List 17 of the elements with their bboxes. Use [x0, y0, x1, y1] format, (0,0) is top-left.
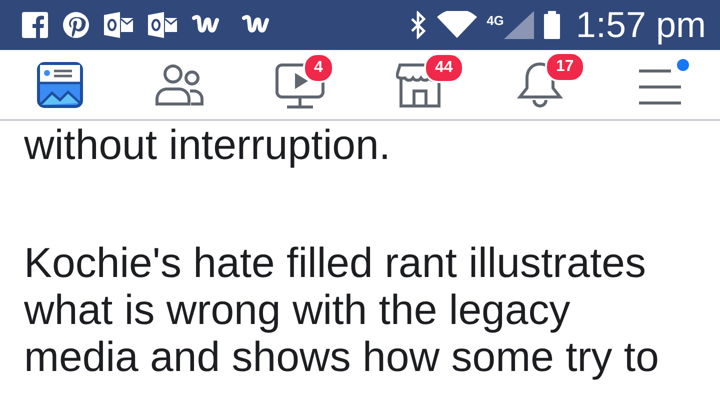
- clock: 1:57 pm: [576, 4, 706, 46]
- outlook-icon: [148, 12, 178, 38]
- friends-icon[interactable]: [155, 64, 205, 106]
- bluetooth-icon: [408, 11, 427, 39]
- post-text: Kochie's hate filled rant illustrates what is wrong with the legacy media and shows how some try to: [24, 239, 660, 380]
- facebook-icon: [22, 12, 48, 38]
- pinterest-icon: [62, 11, 90, 39]
- signal-icon: [504, 11, 534, 39]
- network-type: 4G: [486, 13, 504, 28]
- battery-icon: [544, 11, 560, 39]
- notification-badge: 4: [303, 52, 334, 82]
- wifi-icon: [436, 11, 477, 39]
- notification-badge: 17: [545, 52, 585, 82]
- notification-badge: 44: [424, 52, 464, 82]
- outlook-icon: [104, 12, 134, 38]
- post-text: without interruption.: [24, 121, 392, 168]
- news-feed-icon[interactable]: [37, 62, 83, 108]
